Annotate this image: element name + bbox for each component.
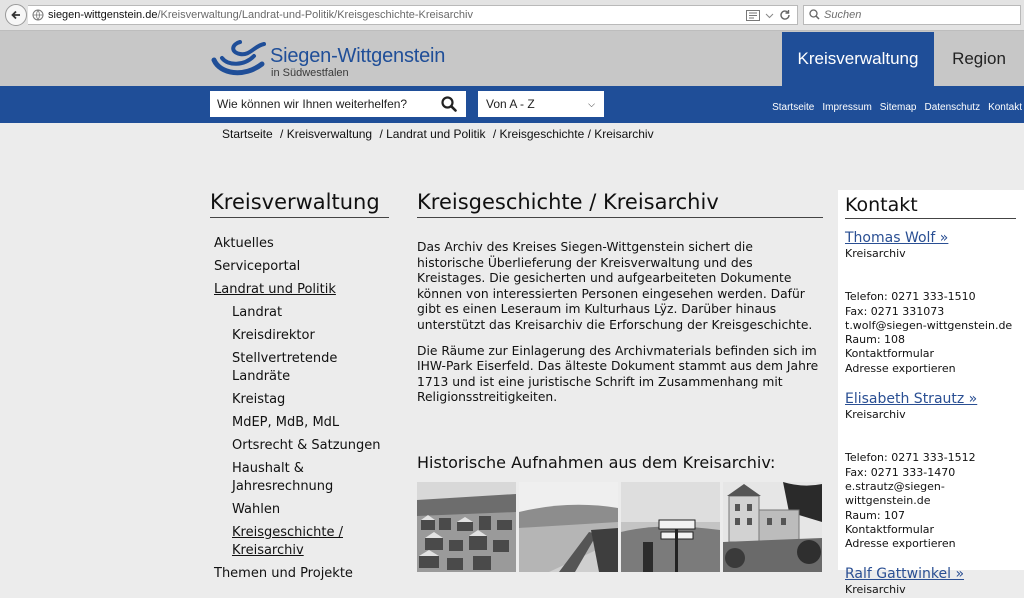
link-startseite[interactable]: Startseite — [772, 102, 814, 113]
reader-view-icon[interactable] — [746, 9, 760, 21]
section-nav-title: Kreisverwaltung — [210, 190, 389, 218]
contact-fax: Fax: 0271 331073 — [845, 304, 945, 318]
nav-subitem-kreistag[interactable]: Kreistag — [232, 391, 390, 409]
nav-subitem-wahlen[interactable]: Wahlen — [232, 501, 390, 519]
gallery-photo-dam[interactable] — [519, 482, 618, 572]
service-bar: Wie können wir Ihnen weiterhelfen? Von A… — [0, 86, 1024, 123]
gallery-photo-sign[interactable] — [621, 482, 720, 572]
search-icon — [809, 9, 820, 20]
contact-department: Kreisarchiv — [845, 583, 906, 597]
storage-paragraph: Die Räume zur Einlagerung des Archivmate… — [417, 343, 819, 405]
contact-phone: Telefon: 0271 333-1512 — [845, 451, 976, 465]
intro-paragraph: Das Archiv des Kreises Siegen-Wittgenste… — [417, 240, 813, 332]
contact-department: Kreisarchiv — [845, 408, 906, 422]
nav-item-serviceportal[interactable]: Serviceportal — [214, 258, 390, 276]
breadcrumb: Startseite / Kreisverwaltung / Landrat u… — [222, 127, 658, 141]
contact-person: Thomas Wolf » Kreisarchiv Telefon: 0271 … — [845, 230, 1018, 376]
breadcrumb-item[interactable]: / Landrat und Politik — [379, 127, 485, 141]
nav-item-aktuelles[interactable]: Aktuelles — [214, 235, 390, 253]
contact-room: Raum: 108 — [845, 333, 906, 347]
page-title: Kreisgeschichte / Kreisarchiv — [417, 190, 823, 218]
contact-name-link[interactable]: Elisabeth Strautz » — [845, 391, 1018, 408]
section-navigation: Kreisverwaltung Aktuelles Serviceportal … — [210, 190, 390, 588]
nav-subitem-mdep-mdb-mdl[interactable]: MdEP, MdB, MdL — [232, 414, 390, 432]
link-datenschutz[interactable]: Datenschutz — [924, 102, 980, 113]
link-sitemap[interactable]: Sitemap — [880, 102, 917, 113]
photo-gallery — [417, 482, 823, 572]
contact-name-link[interactable]: Ralf Gattwinkel » — [845, 566, 1018, 583]
tab-region[interactable]: Region — [934, 32, 1024, 86]
chevron-down-icon: ⌵ — [588, 99, 595, 109]
site-logo[interactable]: Siegen-Wittgenstein in Südwestfalen — [210, 36, 450, 82]
contact-person: Elisabeth Strautz » Kreisarchiv Telefon:… — [845, 391, 1018, 551]
nav-subitem-kreisdirektor[interactable]: Kreisdirektor — [232, 327, 390, 345]
nav-subitem-landrat[interactable]: Landrat — [232, 304, 390, 322]
back-button[interactable] — [5, 4, 27, 26]
browser-toolbar: siegen-wittgenstein.de/Kreisverwaltung/L… — [0, 0, 1024, 31]
reload-icon[interactable] — [779, 9, 791, 21]
browser-search-field[interactable]: Suchen — [803, 5, 1021, 25]
contact-phone: Telefon: 0271 333-1510 — [845, 290, 976, 304]
back-arrow-icon — [11, 10, 20, 20]
nav-subitem-haushalt[interactable]: Haushalt & Jahresrechnung — [232, 460, 362, 496]
search-icon[interactable] — [441, 96, 457, 112]
main-content: Kreisgeschichte / Kreisarchiv Das Archiv… — [417, 190, 823, 572]
logo-swirl-icon — [211, 40, 266, 76]
site-search-input[interactable]: Wie können wir Ihnen weiterhelfen? — [210, 91, 466, 117]
link-kontakt[interactable]: Kontakt — [988, 102, 1022, 113]
address-bar[interactable]: siegen-wittgenstein.de/Kreisverwaltung/L… — [28, 5, 798, 25]
contact-form-link[interactable]: Kontaktformular — [845, 523, 1018, 537]
nav-subitem-stellvertretende-landraete[interactable]: Stellvertretende Landräte — [232, 350, 390, 386]
logo-name: Siegen-Wittgenstein — [270, 45, 446, 67]
utility-links: Startseite Impressum Sitemap Datenschutz… — [772, 102, 1022, 113]
contact-fax: Fax: 0271 333-1470 — [845, 465, 956, 479]
gallery-title: Historische Aufnahmen aus dem Kreisarchi… — [417, 453, 776, 472]
contact-name-link[interactable]: Thomas Wolf » — [845, 230, 1018, 247]
gallery-photo-town[interactable] — [417, 482, 516, 572]
site-header: Siegen-Wittgenstein in Südwestfalen Krei… — [0, 31, 1024, 86]
nav-subitem-ortsrecht[interactable]: Ortsrecht & Satzungen — [232, 437, 390, 455]
breadcrumb-item[interactable]: / Kreisverwaltung — [280, 127, 372, 141]
contact-export-link[interactable]: Adresse exportieren — [845, 537, 1018, 551]
contact-title: Kontakt — [845, 194, 1016, 219]
contact-person: Ralf Gattwinkel » Kreisarchiv — [845, 566, 1018, 597]
globe-icon — [32, 9, 44, 21]
link-impressum[interactable]: Impressum — [822, 102, 871, 113]
url-path: /Kreisverwaltung/Landrat-und-Politik/Kre… — [157, 9, 473, 21]
browser-search-placeholder: Suchen — [824, 9, 862, 21]
nav-item-themen-und-projekte[interactable]: Themen und Projekte — [214, 565, 390, 583]
contact-email[interactable]: t.wolf@siegen-wittgenstein.de — [845, 319, 1018, 333]
nav-item-landrat-und-politik[interactable]: Landrat und Politik — [214, 281, 390, 299]
breadcrumb-item[interactable]: Startseite — [222, 127, 273, 141]
breadcrumb-item: / Kreisgeschichte / Kreisarchiv — [492, 127, 654, 141]
contact-panel: Kontakt Thomas Wolf » Kreisarchiv Telefo… — [838, 190, 1024, 596]
a-z-select[interactable]: Von A - Z ⌵ — [478, 91, 604, 117]
a-z-select-value: Von A - Z — [486, 97, 535, 111]
contact-email[interactable]: e.strautz@siegen-wittgenstein.de — [845, 480, 1018, 509]
contact-form-link[interactable]: Kontaktformular — [845, 347, 1018, 361]
logo-subtitle: in Südwestfalen — [271, 67, 349, 79]
site-search-placeholder: Wie können wir Ihnen weiterhelfen? — [217, 97, 408, 111]
nav-subitem-kreisgeschichte-active[interactable]: Kreisgeschichte / Kreisarchiv — [232, 524, 352, 560]
contact-room: Raum: 107 — [845, 508, 906, 522]
url-host: siegen-wittgenstein.de — [48, 9, 158, 21]
dropdown-arrow-icon[interactable] — [765, 11, 774, 20]
contact-department: Kreisarchiv — [845, 247, 906, 260]
tab-kreisverwaltung[interactable]: Kreisverwaltung — [782, 32, 934, 86]
gallery-photo-castle[interactable] — [723, 482, 822, 572]
contact-export-link[interactable]: Adresse exportieren — [845, 362, 1018, 376]
